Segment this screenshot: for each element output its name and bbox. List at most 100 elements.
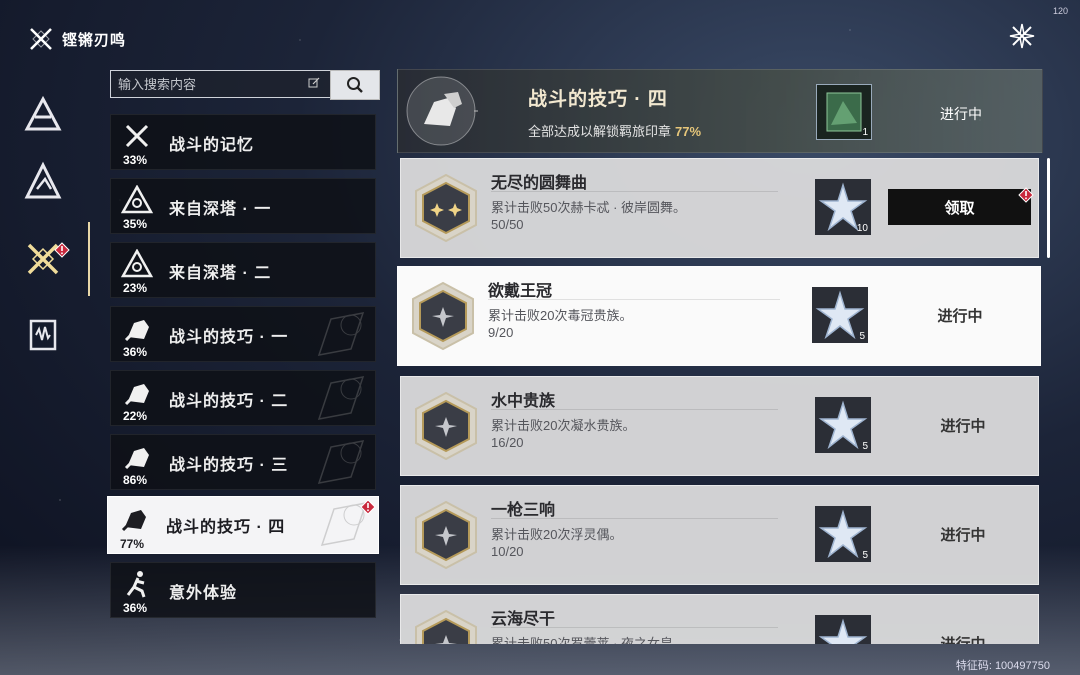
scrollbar[interactable]	[1047, 158, 1050, 258]
category-name: 战斗的技巧 · 二	[169, 393, 289, 410]
header-status: 进行中	[940, 106, 982, 122]
achievement-status: 进行中	[940, 527, 986, 544]
card-deco-icon	[317, 440, 365, 484]
achievement-reward[interactable]: 5	[815, 506, 871, 562]
achievement-progress: 9/20	[488, 325, 514, 340]
reward-count: 5	[862, 441, 868, 452]
achievement-row[interactable]: 一枪三响累计击败20次浮灵偶。 10/20 5 进行中	[400, 485, 1039, 585]
category-name: 来自深塔 · 一	[169, 201, 272, 218]
category-item[interactable]: 86% 战斗的技巧 · 三	[110, 434, 376, 490]
header-subtitle-text: 全部达成以解锁羁旅印章	[528, 124, 672, 139]
achievement-medal-icon	[415, 391, 477, 461]
achievement-progress: 10/20	[491, 544, 524, 559]
achievement-title: 无尽的圆舞曲	[491, 175, 588, 192]
achievement-list: 无尽的圆舞曲 累计击败50次赫卡忒 · 彼岸圆舞。 50/50 10 领取 欲戴王冠 累计…	[397, 156, 1041, 644]
achievement-title: 欲戴王冠	[488, 283, 553, 300]
category-item[interactable]: 33% 战斗的记忆	[110, 114, 376, 170]
category-item[interactable]: 36% 战斗的技巧 · 一	[110, 306, 376, 362]
search-bar	[110, 70, 382, 100]
achievement-status: 进行中	[937, 308, 983, 325]
rail-item-triangle[interactable]	[18, 90, 68, 140]
rail-item-mountain[interactable]	[18, 156, 68, 206]
fps-counter: 120	[1052, 6, 1068, 16]
header-subtitle: 全部达成以解锁羁旅印章 77%	[528, 121, 701, 140]
search-button[interactable]	[330, 70, 380, 100]
achievement-reward[interactable]: 10	[815, 179, 871, 235]
header-reward[interactable]: 1	[816, 84, 872, 140]
achievement-medal-icon	[412, 281, 474, 351]
category-progress: 33%	[123, 153, 148, 167]
card-deco-icon	[317, 376, 365, 420]
tower-eye-icon	[117, 183, 157, 217]
rail-item-records[interactable]	[18, 310, 68, 360]
reward-count: 10	[856, 223, 868, 234]
fist-icon	[117, 375, 157, 409]
edit-icon	[308, 77, 320, 88]
alert-badge-icon	[1018, 187, 1034, 203]
alert-badge-icon	[360, 499, 376, 515]
achievement-medal-icon	[415, 500, 477, 570]
achievement-reward[interactable]: 5	[815, 397, 871, 453]
footer-id: 特征码: 100497750	[955, 660, 1050, 672]
rail-item-blades-active[interactable]	[18, 234, 70, 284]
card-deco-icon	[317, 312, 365, 356]
category-progress: 77%	[120, 537, 145, 551]
tri-emblem-icon	[24, 95, 62, 131]
achievement-desc: 累计击败20次毒冠贵族。	[488, 308, 633, 323]
category-item[interactable]: 22% 战斗的技巧 · 二	[110, 370, 376, 426]
running-figure-icon	[117, 567, 157, 601]
category-name: 战斗的技巧 · 三	[169, 457, 289, 474]
achievement-desc: 累计击败20次浮灵偶。	[491, 527, 623, 542]
category-name: 战斗的技巧 · 四	[166, 519, 286, 536]
category-progress: 23%	[123, 281, 148, 295]
crossed-swords-icon	[117, 119, 157, 153]
fist-emblem-icon	[406, 76, 478, 146]
header-progress: 77%	[675, 124, 702, 139]
category-item[interactable]: 77% 战斗的技巧 · 四	[107, 496, 379, 554]
fist-icon	[117, 311, 157, 345]
reward-count: 5	[862, 550, 868, 561]
category-progress: 86%	[123, 473, 148, 487]
category-progress: 36%	[123, 345, 148, 359]
claim-button[interactable]: 领取	[888, 189, 1031, 225]
achievement-row[interactable]: 水中贵族累计击败20次凝水贵族。 16/20 5 进行中	[400, 376, 1039, 476]
tower-eye-icon	[117, 247, 157, 281]
category-item[interactable]: 35% 来自深塔 · 一	[110, 178, 376, 234]
achievement-medal-icon	[415, 609, 477, 644]
mountain-icon	[24, 161, 62, 199]
achievement-row[interactable]: 欲戴王冠累计击败20次毒冠贵族。 9/20 5 进行中	[397, 266, 1041, 366]
rail-active-indicator	[88, 222, 90, 296]
window-title: 铿锵刃鸣	[62, 31, 127, 49]
achievement-title: 一枪三响	[491, 502, 556, 519]
star-crystal-icon	[818, 618, 868, 644]
header-reward-count: 1	[862, 127, 868, 138]
header-title: 战斗的技巧 · 四	[528, 89, 668, 110]
achievement-desc: 累计击败50次赫卡忒 · 彼岸圆舞。	[491, 200, 687, 215]
category-name: 意外体验	[169, 585, 238, 602]
reward-count: 5	[859, 331, 865, 342]
category-name: 战斗的记忆	[169, 137, 255, 154]
category-item[interactable]: 36% 意外体验	[110, 562, 376, 618]
category-progress: 22%	[123, 409, 148, 423]
achievement-status: 进行中	[940, 418, 986, 435]
achievement-progress: 50/50	[491, 217, 524, 232]
fist-icon	[114, 501, 154, 535]
achievement-desc: 累计击败50次罗蕾莱 · 夜之女皇。	[491, 636, 687, 644]
achievement-desc: 累计击败20次凝水贵族。	[491, 418, 636, 433]
search-icon	[347, 77, 363, 93]
category-name: 战斗的技巧 · 一	[169, 329, 289, 346]
achievement-row[interactable]: 无尽的圆舞曲累计击败50次赫卡忒 · 彼岸圆舞。 50/50 10 领取	[400, 158, 1039, 258]
category-name: 来自深塔 · 二	[169, 265, 272, 282]
category-item[interactable]: 23% 来自深塔 · 二	[110, 242, 376, 298]
achievement-medal-icon	[415, 173, 477, 243]
category-header: 战斗的技巧 · 四 全部达成以解锁羁旅印章 77% 1 进行中	[397, 69, 1043, 153]
title-bar: 铿锵刃鸣	[28, 26, 126, 52]
achievement-reward[interactable]	[815, 615, 871, 644]
achievement-title: 水中贵族	[491, 393, 556, 410]
crossed-blades-icon	[30, 28, 52, 50]
achievement-progress: 16/20	[491, 435, 524, 450]
achievement-row[interactable]: 云海尽干累计击败50次罗蕾莱 · 夜之女皇。 进行中	[400, 594, 1039, 644]
close-icon[interactable]	[1008, 22, 1036, 50]
achievement-reward[interactable]: 5	[812, 287, 868, 343]
achievement-title: 云海尽干	[491, 611, 556, 628]
